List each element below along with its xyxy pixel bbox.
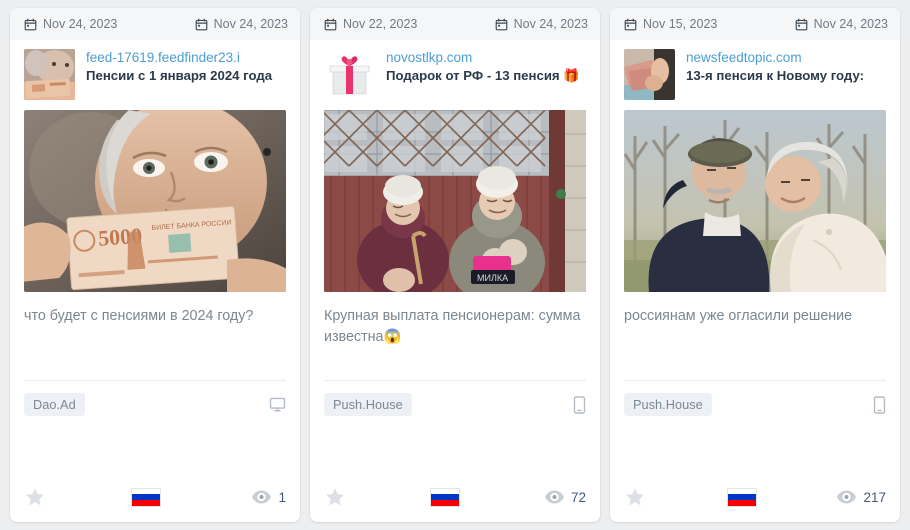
ad-creative-image[interactable]: 5000 БИЛЕТ БАНКА РОССИИ <box>24 110 286 292</box>
date-created: Nov 24, 2023 <box>24 17 117 31</box>
date-strip: Nov 22, 2023 Nov 24, 2023 <box>310 8 600 40</box>
desktop-icon <box>269 396 286 413</box>
country-flag-ru <box>430 487 461 507</box>
ad-domain-link[interactable]: novostlkp.com <box>386 49 586 66</box>
ad-body-text: россиянам уже огласили решение <box>624 308 853 324</box>
ad-domain-link[interactable]: feed-17619.feedfinder23.i <box>86 49 286 66</box>
views-counter: 72 <box>544 489 586 505</box>
calendar-icon <box>324 18 337 31</box>
ad-title: 13-я пенсия к Новому году: <box>686 68 865 83</box>
date-updated: Nov 24, 2023 <box>195 17 288 31</box>
ad-headline: newsfeedtopic.com 13-я пенсия к Новому г… <box>610 40 900 104</box>
ad-thumbnail <box>24 49 75 100</box>
date-updated: Nov 24, 2023 <box>495 17 588 31</box>
eye-icon <box>544 490 564 504</box>
country-flag-ru <box>726 487 757 507</box>
ad-headline: feed-17619.feedfinder23.i Пенсии с 1 янв… <box>10 40 300 104</box>
calendar-icon <box>24 18 37 31</box>
views-counter: 1 <box>246 490 286 505</box>
favorite-star-icon[interactable] <box>324 486 346 508</box>
date-updated-label: Nov 24, 2023 <box>213 17 288 31</box>
views-count-label: 1 <box>278 489 286 505</box>
calendar-icon <box>795 18 808 31</box>
country-flag-ru <box>131 487 161 507</box>
eye-icon <box>252 490 272 504</box>
calendar-icon <box>495 18 508 31</box>
ad-thumbnail <box>624 49 675 100</box>
source-network-chip[interactable]: Dao.Ad <box>24 393 85 416</box>
ad-card[interactable]: Nov 24, 2023 Nov 24, 2023 feed-17619.fee… <box>10 8 300 522</box>
date-strip: Nov 15, 2023 Nov 24, 2023 <box>610 8 900 40</box>
ad-source-row: Push.House <box>324 380 586 416</box>
date-created-label: Nov 24, 2023 <box>43 17 118 31</box>
ad-creative-image[interactable]: МИЛКА <box>324 110 586 292</box>
views-count-label: 72 <box>570 489 586 505</box>
favorite-star-icon[interactable] <box>624 486 646 508</box>
eye-icon <box>837 490 857 504</box>
date-created-label: Nov 22, 2023 <box>343 17 418 31</box>
ad-card[interactable]: Nov 22, 2023 Nov 24, 2023 novostlkp.com … <box>310 8 600 522</box>
source-network-chip[interactable]: Push.House <box>624 393 712 416</box>
ad-footer: 1 <box>10 472 300 522</box>
ad-creative-image[interactable] <box>624 110 886 292</box>
date-updated-label: Nov 24, 2023 <box>513 17 588 31</box>
date-created-label: Nov 15, 2023 <box>643 17 718 31</box>
ad-card[interactable]: Nov 15, 2023 Nov 24, 2023 newsfeedtopic.… <box>610 8 900 522</box>
ad-source-row: Dao.Ad <box>24 380 286 416</box>
ad-body-text: что будет с пенсиями в 2024 году? <box>24 308 254 324</box>
ad-footer: 72 <box>310 472 600 522</box>
source-network-chip[interactable]: Push.House <box>324 393 412 416</box>
calendar-icon <box>624 18 637 31</box>
ad-source-row: Push.House <box>624 380 886 416</box>
date-updated: Nov 24, 2023 <box>795 17 888 31</box>
ad-body-text: Крупная выплата пенсионерам: сумма извес… <box>324 308 581 345</box>
calendar-icon <box>195 18 208 31</box>
date-strip: Nov 24, 2023 Nov 24, 2023 <box>10 8 300 40</box>
ad-title: Подарок от РФ - 13 пенсия 🎁 <box>386 68 580 83</box>
date-created: Nov 22, 2023 <box>324 17 417 31</box>
date-updated-label: Nov 24, 2023 <box>813 17 888 31</box>
date-created: Nov 15, 2023 <box>624 17 717 31</box>
ad-headline: novostlkp.com Подарок от РФ - 13 пенсия … <box>310 40 600 104</box>
mobile-icon <box>873 395 886 414</box>
views-count-label: 217 <box>863 489 886 505</box>
favorite-star-icon[interactable] <box>24 486 46 508</box>
ad-cards-board: Nov 24, 2023 Nov 24, 2023 feed-17619.fee… <box>0 0 910 530</box>
ad-thumbnail <box>324 49 375 100</box>
svg-text:МИЛКА: МИЛКА <box>477 273 508 283</box>
ad-domain-link[interactable]: newsfeedtopic.com <box>686 49 886 66</box>
ad-footer: 217 <box>610 472 900 522</box>
views-counter: 217 <box>837 490 886 505</box>
ad-title: Пенсии с 1 января 2024 года <box>86 68 273 83</box>
mobile-icon <box>573 395 586 414</box>
